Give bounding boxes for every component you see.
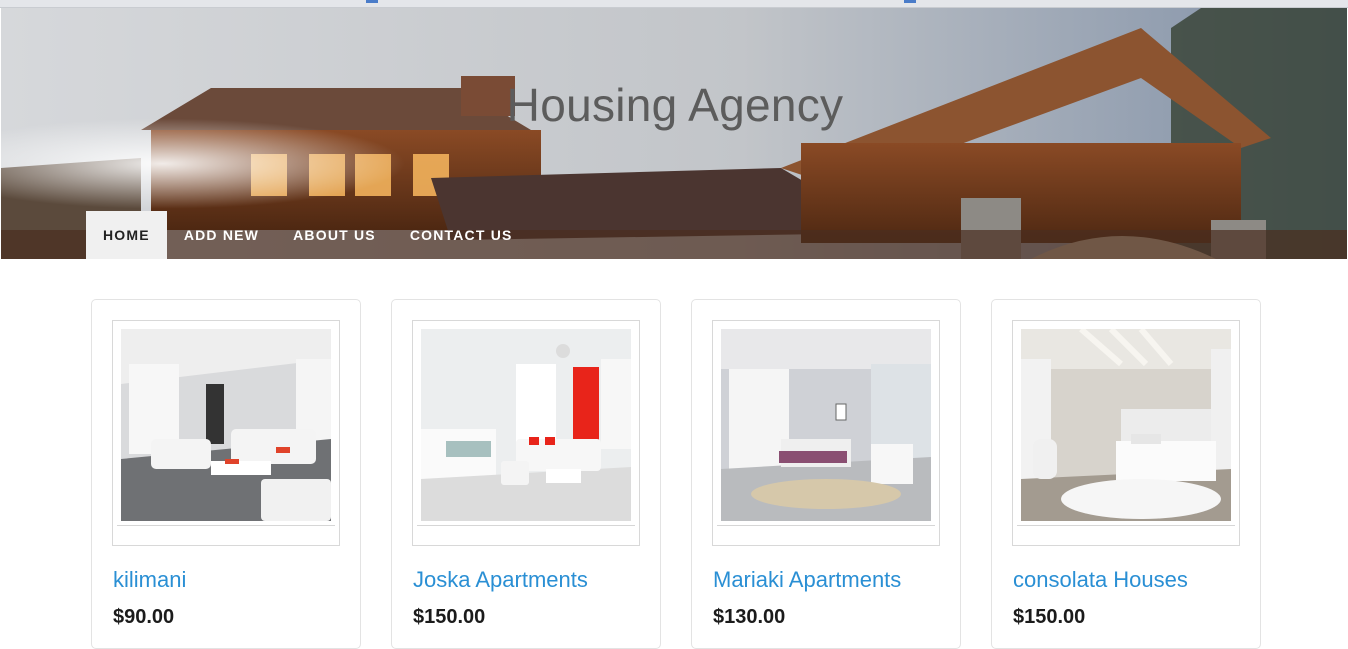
listing-price: $130.00 [713,606,786,628]
nav-about-us[interactable]: ABOUT US [276,211,393,259]
listing-card: kilimani $90.00 [91,299,361,649]
listing-title[interactable]: Mariaki Apartments [713,567,901,593]
listing-price: $150.00 [413,606,486,628]
nav-contact-us[interactable]: CONTACT US [393,211,530,259]
browser-top-strip [0,0,1348,8]
living-room-photo [421,329,631,521]
living-room-photo [121,329,331,521]
listing-thumbnail[interactable] [412,320,640,546]
listing-thumbnail[interactable] [1012,320,1240,546]
listing-title[interactable]: consolata Houses [1013,567,1188,593]
site-title: Housing Agency [506,79,844,131]
listing-thumbnail[interactable] [112,320,340,546]
main-nav: HOME ADD NEW ABOUT US CONTACT US [86,211,530,259]
listing-thumbnail[interactable] [712,320,940,546]
nav-home[interactable]: HOME [86,211,167,259]
listing-price: $150.00 [1013,606,1086,628]
bedroom-photo [721,329,931,521]
listing-card: consolata Houses $150.00 [991,299,1261,649]
listing-title[interactable]: kilimani [113,567,186,593]
bedroom-photo [1021,329,1231,521]
hero-banner: Housing Agency HOME ADD NEW ABOUT US CON… [1,8,1347,259]
listing-price: $90.00 [113,606,175,628]
listing-card: Mariaki Apartments $130.00 [691,299,961,649]
listing-title[interactable]: Joska Apartments [413,567,588,593]
listing-card: Joska Apartments $150.00 [391,299,661,649]
nav-add-new[interactable]: ADD NEW [167,211,276,259]
